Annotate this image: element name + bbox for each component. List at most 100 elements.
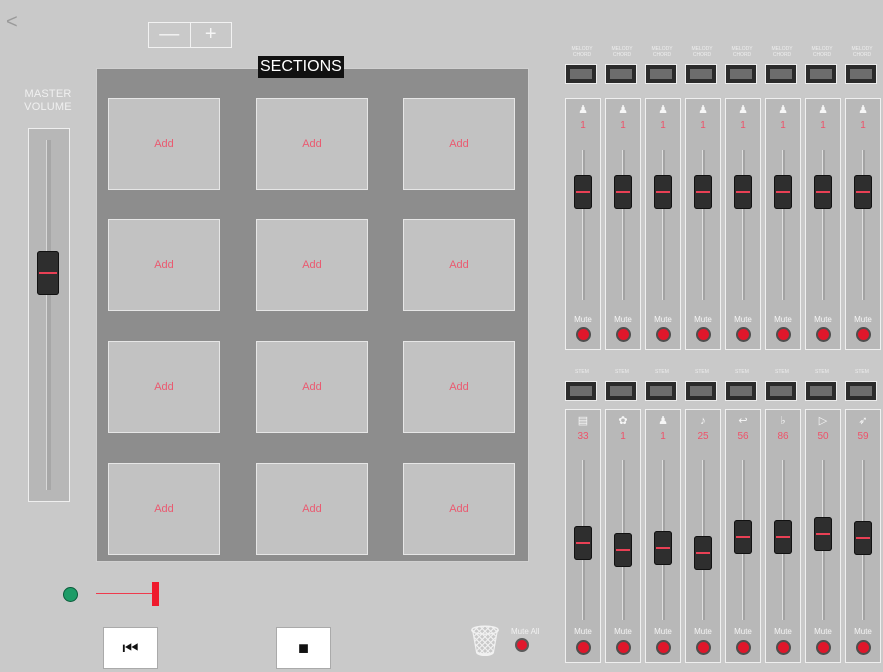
top-channel-mute-button[interactable] [576,327,591,342]
zoom-out-button[interactable]: — [149,23,190,47]
bottom-channel-fader[interactable] [734,520,752,554]
sections-title: SECTIONS [258,56,344,78]
bottom-channel-select-button[interactable] [805,381,837,401]
top-channel-label: MELODY CHORD [851,46,873,58]
bottom-channel-select-button[interactable] [845,381,877,401]
drum-icon: ✿ [618,415,628,427]
top-channel-fader[interactable] [614,175,632,209]
top-channel-label: MELODY CHORD [651,46,673,58]
top-channel-number: 1 [740,120,746,131]
section-pad-label: Add [302,503,322,515]
position-slider-track[interactable] [96,593,156,594]
top-channel-select-button[interactable] [685,64,717,84]
top-channel-fader[interactable] [774,175,792,209]
master-volume-handle[interactable] [37,251,59,295]
section-pad[interactable]: Add [403,341,515,433]
section-pad[interactable]: Add [403,219,515,311]
top-channel-fader[interactable] [654,175,672,209]
top-channel-mute-label: Mute [814,315,832,324]
mute-all-button[interactable] [515,638,529,652]
top-channel-select-button[interactable] [765,64,797,84]
bottom-channel-fader[interactable] [614,533,632,567]
bottom-channel-mute-label: Mute [694,627,712,636]
section-pad[interactable]: Add [403,463,515,555]
top-channel-fader[interactable] [574,175,592,209]
bottom-channel-mute-button[interactable] [576,640,591,655]
section-pad-label: Add [449,381,469,393]
bottom-channel-mute-button[interactable] [696,640,711,655]
piano-icon: ♟ [778,104,788,116]
bottom-channel-mute-button[interactable] [656,640,671,655]
position-slider-handle[interactable] [152,582,159,606]
section-pad[interactable]: Add [403,98,515,190]
top-channel-label: MELODY CHORD [611,46,633,58]
section-pad[interactable]: Add [256,463,368,555]
play-icon: ▷ [818,415,828,427]
top-channel-mute-button[interactable] [736,327,751,342]
top-channel-label: MELODY CHORD [571,46,593,58]
section-pad[interactable]: Add [108,341,220,433]
bottom-channel-mute-button[interactable] [776,640,791,655]
trash-icon[interactable]: 🗑 [466,622,504,662]
bottom-channel-select-button[interactable] [765,381,797,401]
top-channel-mute-label: Mute [574,315,592,324]
top-channel-mute-button[interactable] [816,327,831,342]
top-channel-mute-label: Mute [734,315,752,324]
top-channel-select-button[interactable] [845,64,877,84]
top-channel-mute-button[interactable] [656,327,671,342]
zoom-in-button[interactable]: + [189,23,232,47]
top-channel-fader[interactable] [854,175,872,209]
bottom-channel-select-button[interactable] [725,381,757,401]
top-channel-mute-button[interactable] [696,327,711,342]
bottom-channel-mute-button[interactable] [816,640,831,655]
section-pad[interactable]: Add [108,98,220,190]
stop-button[interactable]: ■ [276,627,331,669]
top-channel-fader[interactable] [734,175,752,209]
top-channel-mute-button[interactable] [616,327,631,342]
back-icon[interactable]: < [6,12,28,32]
bottom-channel-mute-label: Mute [854,627,872,636]
bottom-channel-mute-label: Mute [614,627,632,636]
top-channel-select-button[interactable] [565,64,597,84]
bottom-channel-mute-label: Mute [774,627,792,636]
top-channel-mute-button[interactable] [856,327,871,342]
top-channel-mute-button[interactable] [776,327,791,342]
zoom-controls: — + [148,22,232,48]
top-channel-select-button[interactable] [645,64,677,84]
section-pad[interactable]: Add [256,219,368,311]
bottom-channel-select-button[interactable] [645,381,677,401]
bottom-channel-fader[interactable] [694,536,712,570]
top-channel-select-button[interactable] [725,64,757,84]
skip-to-start-icon: ⏮ [122,637,139,658]
top-channel-select-button[interactable] [805,64,837,84]
section-pad[interactable]: Add [108,463,220,555]
top-channel-fader[interactable] [694,175,712,209]
bottom-channel-select-button[interactable] [605,381,637,401]
skip-to-start-button[interactable]: ⏮ [103,627,158,669]
top-channel-select-button[interactable] [605,64,637,84]
section-pad[interactable]: Add [108,219,220,311]
bottom-channel-label: STEM [735,369,749,375]
bottom-channel-fader[interactable] [854,521,872,555]
piano-icon: ♟ [818,104,828,116]
bottom-channel-fader[interactable] [774,520,792,554]
bottom-channel-fader[interactable] [574,526,592,560]
top-channel-mute-label: Mute [654,315,672,324]
top-channel-fader[interactable] [814,175,832,209]
section-pad-label: Add [154,503,174,515]
top-channel-label: MELODY CHORD [811,46,833,58]
bottom-channel-select-button[interactable] [685,381,717,401]
bottom-channel-mute-button[interactable] [736,640,751,655]
bottom-channel-mute-label: Mute [654,627,672,636]
bottom-channel-select-button[interactable] [565,381,597,401]
keyboard-icon: ▤ [577,415,589,427]
bottom-channel-fader[interactable] [654,531,672,565]
bottom-channel-mute-button[interactable] [616,640,631,655]
bottom-channel-fader[interactable] [814,517,832,551]
piano-icon: ♟ [618,104,628,116]
bottom-channel-label: STEM [775,369,789,375]
section-pad[interactable]: Add [256,341,368,433]
bottom-channel-number: 33 [577,431,589,442]
bottom-channel-mute-button[interactable] [856,640,871,655]
section-pad[interactable]: Add [256,98,368,190]
